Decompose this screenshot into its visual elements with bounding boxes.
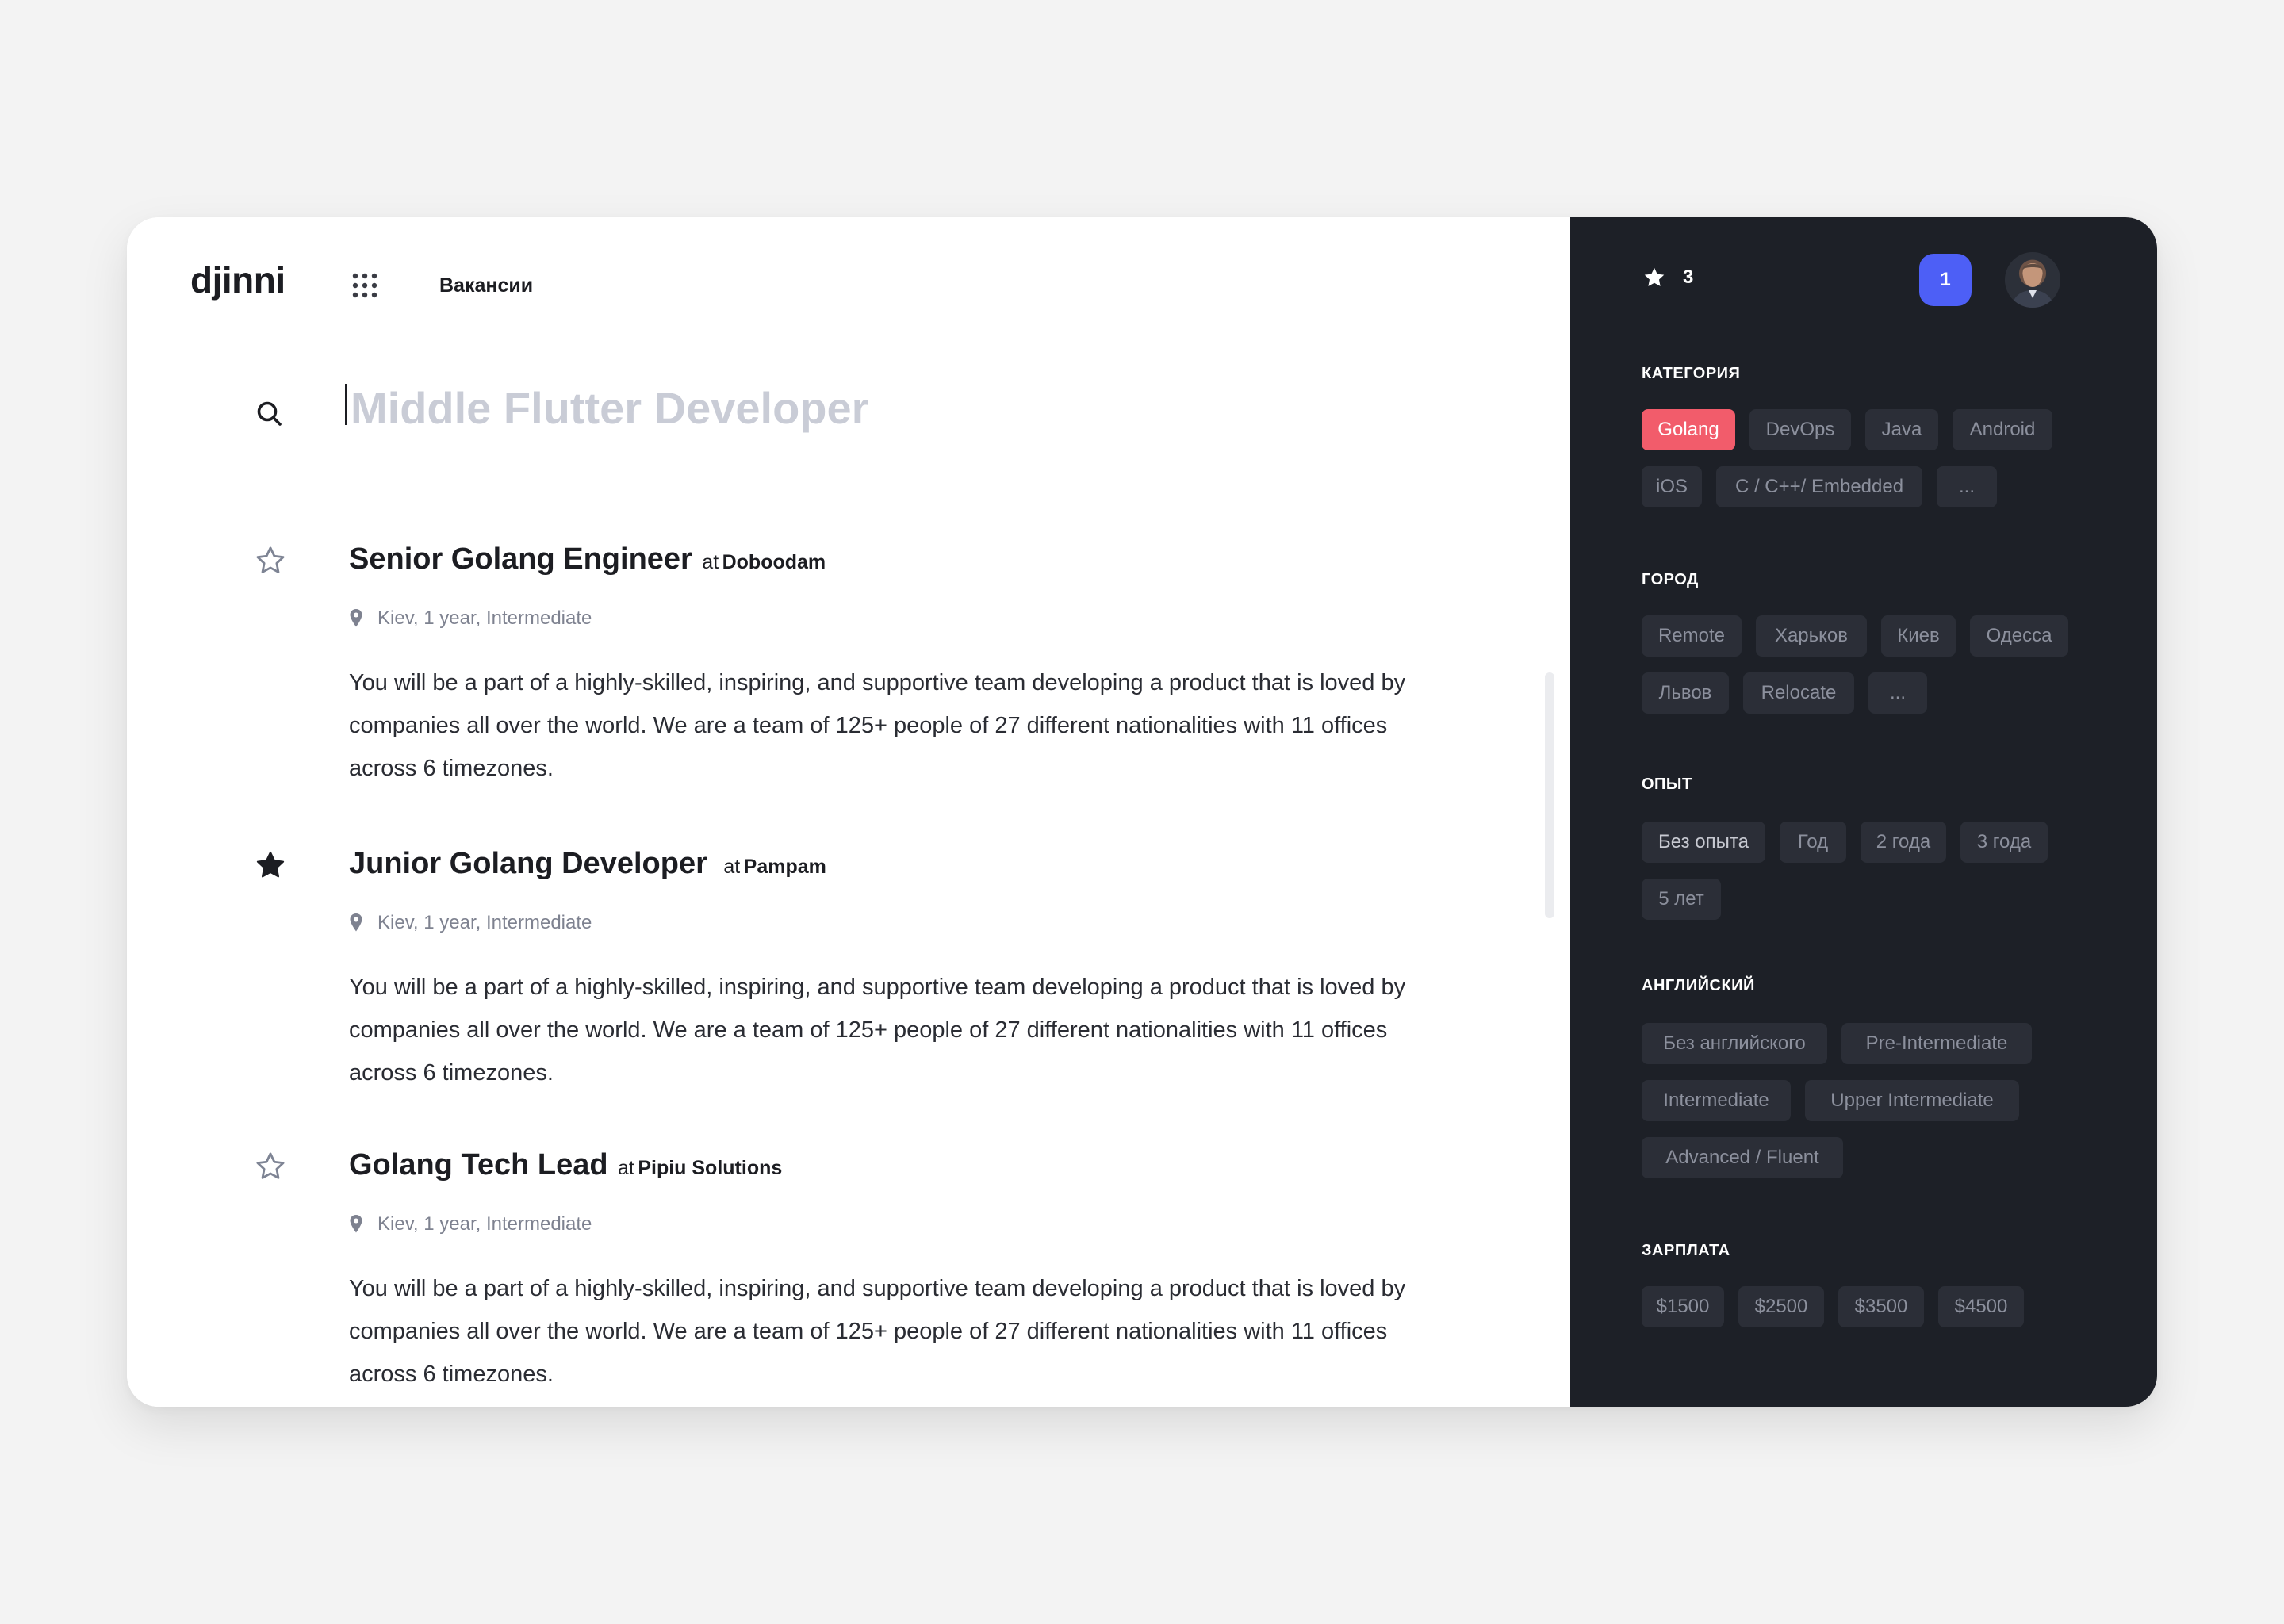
scrollbar-thumb[interactable] (1545, 672, 1554, 918)
chip-english[interactable]: Advanced / Fluent (1642, 1137, 1843, 1178)
chip-category[interactable]: C / C++/ Embedded (1716, 466, 1922, 508)
notifications-badge[interactable]: 1 (1919, 254, 1972, 306)
chip-category[interactable]: DevOps (1749, 409, 1851, 450)
chip-experience[interactable]: 5 лет (1642, 879, 1721, 920)
chip-experience[interactable]: 2 года (1861, 822, 1946, 863)
job-title-row: Golang Tech Lead at Pipiu Solutions (349, 1148, 782, 1182)
chip-city[interactable]: Одесса (1970, 615, 2068, 657)
location-pin-icon (350, 609, 362, 627)
nav-vacancies-link[interactable]: Вакансии (439, 274, 533, 297)
star-outline-icon[interactable] (254, 1150, 287, 1183)
job-meta: Kiev, 1 year, Intermediate (347, 1213, 592, 1235)
job-at-label: at (618, 1157, 634, 1179)
chip-salary[interactable]: $3500 (1838, 1286, 1924, 1327)
job-title[interactable]: Senior Golang Engineer (349, 542, 692, 576)
chip-city[interactable]: Харьков (1756, 615, 1867, 657)
apps-grid-icon[interactable] (349, 270, 381, 301)
section-title-experience: ОПЫТ (1642, 776, 1692, 793)
chip-english[interactable]: Pre-Intermediate (1841, 1023, 2032, 1064)
chip-more-cities[interactable]: ... (1868, 672, 1927, 714)
chip-city[interactable]: Relocate (1743, 672, 1854, 714)
favorites-counter[interactable]: 3 (1642, 265, 1693, 290)
job-meta: Kiev, 1 year, Intermediate (347, 912, 592, 934)
job-title-row: Senior Golang Engineer at Doboodam (349, 542, 826, 576)
job-title[interactable]: Junior Golang Developer (349, 847, 707, 880)
star-outline-icon[interactable] (254, 544, 287, 577)
section-title-salary: ЗАРПЛАТА (1642, 1242, 1730, 1259)
chip-category[interactable]: Java (1865, 409, 1938, 450)
job-company[interactable]: Pampam (744, 856, 826, 878)
chip-salary[interactable]: $4500 (1938, 1286, 2024, 1327)
star-filled-icon[interactable] (254, 848, 287, 882)
chip-city[interactable]: Киев (1881, 615, 1956, 657)
job-title[interactable]: Golang Tech Lead (349, 1148, 608, 1182)
job-description: You will be a part of a highly-skilled, … (349, 1276, 1406, 1387)
section-title-city: ГОРОД (1642, 571, 1699, 588)
job-at-label: at (723, 856, 741, 878)
star-icon (1644, 267, 1665, 286)
chip-experience[interactable]: Год (1780, 822, 1846, 863)
favorites-count: 3 (1683, 266, 1694, 288)
location-pin-icon (350, 914, 362, 932)
chip-salary[interactable]: $2500 (1738, 1286, 1824, 1327)
job-title-row: Junior Golang Developer at Pampam (349, 847, 826, 881)
job-location-meta: Kiev, 1 year, Intermediate (377, 607, 592, 629)
job-company[interactable]: Pipiu Solutions (638, 1157, 782, 1179)
avatar[interactable] (2005, 252, 2060, 308)
chip-salary[interactable]: $1500 (1642, 1286, 1724, 1327)
chip-experience[interactable]: 3 года (1960, 822, 2048, 863)
chip-category[interactable]: Golang (1642, 409, 1735, 450)
text-caret (345, 384, 347, 425)
chip-city[interactable]: Remote (1642, 615, 1742, 657)
job-meta: Kiev, 1 year, Intermediate (347, 607, 592, 630)
chip-english[interactable]: Intermediate (1642, 1080, 1791, 1121)
job-at-label: at (702, 551, 719, 573)
chip-category[interactable]: Android (1953, 409, 2052, 450)
job-company[interactable]: Doboodam (722, 551, 826, 573)
app-window: djinni Вакансии Sen (127, 217, 2157, 1407)
job-location-meta: Kiev, 1 year, Intermediate (377, 912, 592, 933)
chip-experience[interactable]: Без опыта (1642, 822, 1765, 863)
filters-sidebar: 3 1 КАТЕГОРИЯ Golang DevOps Java Android… (1570, 217, 2157, 1407)
search-input[interactable] (351, 380, 1382, 435)
main-panel: djinni Вакансии Sen (127, 217, 1570, 1407)
chip-more-categories[interactable]: ... (1937, 466, 1997, 508)
section-title-english: АНГЛИЙСКИЙ (1642, 977, 1755, 994)
chip-city[interactable]: Львов (1642, 672, 1729, 714)
chip-category[interactable]: iOS (1642, 466, 1702, 508)
job-description: You will be a part of a highly-skilled, … (349, 670, 1406, 781)
job-location-meta: Kiev, 1 year, Intermediate (377, 1213, 592, 1235)
logo[interactable]: djinni (190, 259, 286, 301)
search-icon[interactable] (254, 398, 286, 430)
chip-english[interactable]: Без английского (1642, 1023, 1827, 1064)
section-title-category: КАТЕГОРИЯ (1642, 365, 1741, 382)
location-pin-icon (350, 1215, 362, 1233)
chip-english[interactable]: Upper Intermediate (1805, 1080, 2019, 1121)
job-description: You will be a part of a highly-skilled, … (349, 975, 1406, 1086)
